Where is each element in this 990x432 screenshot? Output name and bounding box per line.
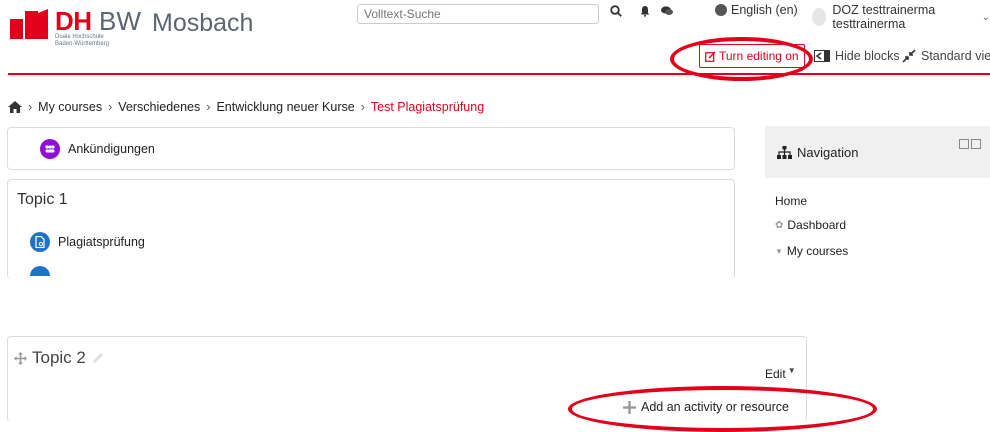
user-menu[interactable]: DOZ testtrainerma testtrainerma ⌄	[812, 3, 990, 31]
topic-2-edit-menu[interactable]: Edit ▼	[765, 366, 796, 381]
section-general: Ankündigungen	[7, 127, 735, 170]
highlight-ellipse-add-activity	[568, 386, 877, 432]
topic-2-title[interactable]: Topic 2	[32, 348, 86, 368]
globe-icon	[715, 4, 727, 16]
forum-icon	[40, 139, 60, 159]
collapse-block-icon[interactable]	[959, 139, 969, 149]
messages-icon[interactable]	[660, 5, 674, 20]
home-icon[interactable]	[8, 101, 22, 113]
bell-icon[interactable]	[639, 5, 651, 20]
hide-blocks-icon	[814, 50, 830, 62]
topic-1-title[interactable]: Topic 1	[17, 191, 68, 209]
standard-view-button[interactable]: Standard view	[902, 49, 990, 63]
language-menu[interactable]: English (en)	[715, 3, 798, 17]
logo-subtitle: Duale Hochschule Baden-Württemberg	[55, 34, 109, 48]
search-icon[interactable]	[610, 5, 622, 20]
breadcrumb-my-courses[interactable]: My courses	[38, 100, 102, 114]
nav-item-dashboard-label: Dashboard	[787, 218, 847, 232]
logo-subtitle-line-2: Baden-Württemberg	[55, 41, 110, 47]
logo-text-dh: DH	[55, 6, 92, 36]
logo-text-city: Mosbach	[152, 9, 254, 37]
avatar	[812, 8, 827, 26]
navigation-title-text: Navigation	[797, 145, 859, 160]
topic-2-edit-label: Edit	[765, 367, 786, 381]
hide-blocks-button[interactable]: Hide blocks	[814, 49, 900, 63]
hide-blocks-label: Hide blocks	[835, 49, 900, 63]
announcements-label: Ankündigungen	[68, 142, 155, 156]
logo-text-bw: BW	[99, 6, 141, 36]
breadcrumb-separator: ›	[108, 100, 113, 114]
compress-icon	[902, 49, 916, 63]
nav-item-home-label: Home	[775, 194, 808, 208]
caret-down-icon: ▼	[787, 366, 796, 375]
navigation-title: Navigation	[777, 145, 858, 160]
section-topic-1: Topic 1 Plagiatsprüfung	[7, 179, 735, 279]
nav-item-my-courses-label: My courses	[786, 244, 849, 258]
breadcrumb-current[interactable]: Test Plagiatsprüfung	[371, 100, 484, 114]
logo-subtitle-line-1: Duale Hochschule	[55, 34, 104, 40]
highlight-ellipse-turn-editing	[670, 37, 813, 81]
block-controls	[959, 139, 981, 149]
plagiatspruefung-label: Plagiatsprüfung	[58, 235, 145, 249]
announcements-activity[interactable]: Ankündigungen	[40, 139, 155, 159]
caret-down-icon: ▼	[775, 246, 783, 256]
move-icon[interactable]	[14, 351, 27, 365]
nav-item-my-courses[interactable]: ▼ My courses	[775, 244, 848, 258]
breadcrumb-entwicklung[interactable]: Entwicklung neuer Kurse	[216, 100, 354, 114]
dhbw-logo-icon	[10, 9, 48, 39]
breadcrumb-separator: ›	[360, 100, 365, 114]
sitemap-icon	[777, 146, 792, 159]
breadcrumb-separator: ›	[206, 100, 211, 114]
nav-item-dashboard[interactable]: ✿ Dashboard	[775, 218, 846, 232]
navigation-block-header: Navigation	[765, 126, 990, 178]
language-label: English (en)	[731, 3, 798, 17]
dock-block-icon[interactable]	[971, 139, 981, 149]
header-divider	[8, 73, 990, 75]
dashboard-icon: ✿	[775, 219, 784, 231]
plagiatspruefung-activity[interactable]: Plagiatsprüfung	[30, 232, 145, 252]
breadcrumb-verschiedenes[interactable]: Verschiedenes	[118, 100, 200, 114]
search-input[interactable]	[357, 4, 599, 24]
breadcrumb: › My courses › Verschiedenes › Entwicklu…	[8, 100, 484, 114]
pencil-icon[interactable]	[91, 351, 105, 365]
nav-item-home[interactable]: Home	[775, 194, 807, 208]
standard-view-label: Standard view	[921, 49, 990, 63]
topic-2-header: Topic 2	[14, 348, 105, 368]
next-activity-icon	[30, 266, 50, 276]
assignment-icon	[30, 232, 50, 252]
chevron-down-icon: ⌄	[981, 11, 990, 23]
user-name: DOZ testtrainerma testtrainerma	[832, 3, 936, 31]
breadcrumb-separator: ›	[28, 100, 33, 114]
